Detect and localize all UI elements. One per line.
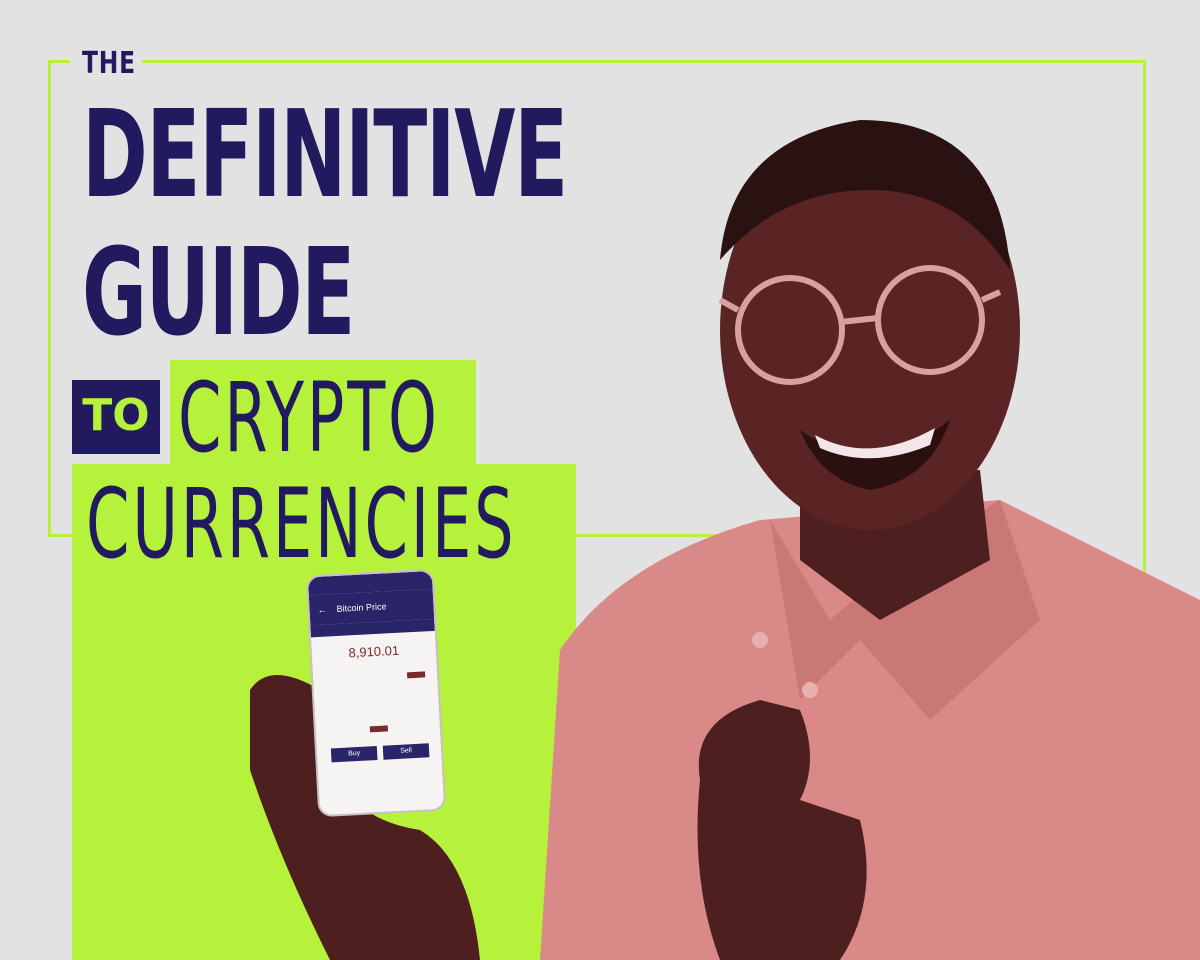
phone-price: 8,910.01 bbox=[348, 642, 400, 661]
phone-header-title: Bitcoin Price bbox=[336, 601, 387, 614]
person-illustration bbox=[250, 120, 1200, 960]
price-tag-high bbox=[406, 671, 426, 679]
buy-button[interactable]: Buy bbox=[330, 746, 378, 763]
phone: ← Bitcoin Price 8,910.01 Buy Sell bbox=[305, 568, 447, 818]
price-tag-low bbox=[369, 725, 389, 733]
sell-button[interactable]: Sell bbox=[382, 743, 430, 760]
back-arrow-icon[interactable]: ← bbox=[317, 604, 327, 614]
